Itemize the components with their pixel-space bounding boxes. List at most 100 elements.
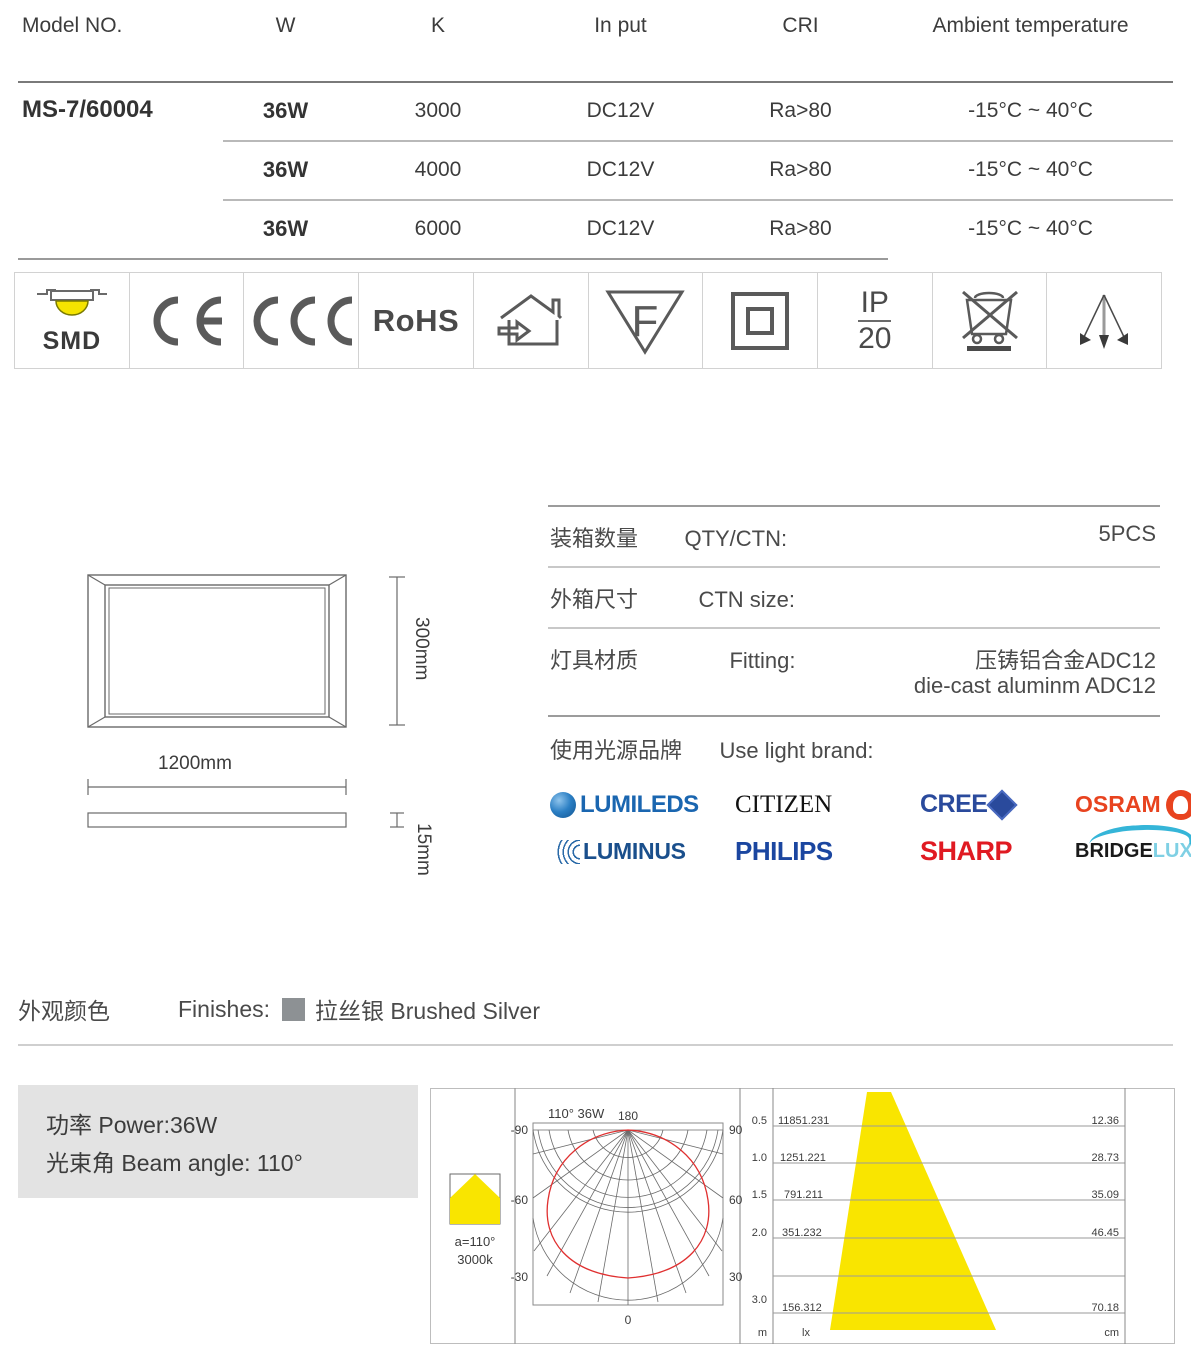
cell-ambient: -15°C ~ 40°C xyxy=(968,217,1093,240)
header-input: In put xyxy=(594,14,647,37)
photometric-beam-angle: 光束角 Beam angle: 110° xyxy=(46,1149,303,1176)
packing-row-brands: 使用光源品牌 Use light brand: LUMILEDS CITIZEN… xyxy=(548,715,1191,875)
cell-watt: 36W xyxy=(262,216,309,241)
table-row: MS-7/60004 36W 3000 DC12V Ra>80 -15°C ~ … xyxy=(18,82,1173,140)
luminus-shell-icon xyxy=(550,839,580,864)
specification-table: Model NO. W K In put CRI Ambient tempera… xyxy=(18,14,1173,260)
cert-cell-class-two xyxy=(703,273,818,368)
polar-tick-right-0: 90 xyxy=(729,1123,743,1137)
brand-logo-sharp: SHARP xyxy=(920,832,1075,872)
cone-distance-1: 1.0 xyxy=(752,1152,767,1164)
f-triangle-icon: F xyxy=(605,290,686,355)
cone-lux-4: 156.312 xyxy=(782,1302,822,1314)
dimension-width-label: 1200mm xyxy=(158,753,232,774)
cert-cell-ccc xyxy=(244,273,360,368)
fitting-value-cn: 压铸铝合金ADC12 xyxy=(975,648,1156,673)
brand-logo-grid: LUMILEDS CITIZEN CREE OSRAM LUMINUS PHIL… xyxy=(550,781,1191,875)
dimension-thickness-label: 15mm xyxy=(413,823,434,876)
cone-diameter-4: 70.18 xyxy=(1091,1302,1119,1314)
osram-text: OSRAM xyxy=(1075,791,1161,817)
cone-diameter-3: 46.45 xyxy=(1091,1227,1119,1239)
dimension-drawing: 300mm 1200mm 15mm xyxy=(60,555,480,895)
qty-label-en: QTY/CTN: xyxy=(684,526,788,551)
cone-diameter-1: 28.73 xyxy=(1091,1152,1119,1164)
packing-row-ctn-size: 外箱尺寸 CTN size: xyxy=(548,566,1160,627)
cone-distance-2: 1.5 xyxy=(752,1189,767,1201)
finish-color-swatch xyxy=(282,997,306,1021)
cell-ambient: -15°C ~ 40°C xyxy=(968,99,1093,122)
cell-cri: Ra>80 xyxy=(769,99,832,122)
polar-tick-left-0: -90 xyxy=(511,1123,529,1137)
ies-svg: a=110° 3000k 110° 36W 180 0 -90 -60 -30 … xyxy=(430,1088,1175,1344)
cell-watt: 36W xyxy=(262,157,309,182)
table-header-row: Model NO. W K In put CRI Ambient tempera… xyxy=(18,14,1173,50)
cell-cri: Ra>80 xyxy=(769,158,832,181)
header-ambient: Ambient temperature xyxy=(932,14,1129,37)
cone-distance-4: 3.0 xyxy=(752,1294,767,1306)
brand-logo-philips: PHILIPS xyxy=(735,832,920,872)
philips-text: PHILIPS xyxy=(735,836,833,866)
fitting-value-en: die-cast aluminm ADC12 xyxy=(913,673,1156,698)
cert-cell-beam-spread xyxy=(1047,273,1161,368)
beam-spread-icon xyxy=(1080,294,1129,349)
cree-diamond-icon xyxy=(986,788,1019,821)
brands-label-en: Use light brand: xyxy=(719,738,874,763)
finishes-label-cn: 外观颜色 xyxy=(18,998,110,1024)
header-model: Model NO. xyxy=(22,14,123,37)
ip-value: 20 xyxy=(858,319,892,355)
cone-diameter-0: 12.36 xyxy=(1091,1115,1119,1127)
cone-unit-mid: lx xyxy=(802,1327,810,1339)
beam-icon-cct: 3000k xyxy=(457,1252,493,1267)
photometric-summary-box: 功率 Power:36W 光束角 Beam angle: 110° xyxy=(18,1085,418,1198)
table-bottom-rule xyxy=(18,257,1173,260)
f-letter: F xyxy=(632,297,659,346)
lumileds-text: LUMILEDS xyxy=(580,790,699,818)
cert-cell-ip-rating: IP 20 xyxy=(818,273,933,368)
header-divider xyxy=(18,50,1173,83)
cree-text: CREE xyxy=(920,790,988,818)
cell-watt: 36W xyxy=(262,98,309,123)
packing-row-qty: 装箱数量 QTY/CTN: 5PCS xyxy=(548,505,1160,566)
polar-tick-left-1: -60 xyxy=(511,1193,529,1207)
cert-cell-weee xyxy=(933,273,1048,368)
luminus-text: LUMINUS xyxy=(583,838,686,864)
cert-cell-indoor-use xyxy=(474,273,589,368)
rohs-label: RoHS xyxy=(372,302,460,338)
polar-tick-right-2: 30 xyxy=(729,1270,743,1284)
cell-input: DC12V xyxy=(586,217,655,240)
finishes-divider xyxy=(18,1044,1173,1046)
polar-tick-left-2: -30 xyxy=(511,1270,529,1284)
polar-top-label: 180 xyxy=(618,1109,638,1123)
spec-table-element: Model NO. W K In put CRI Ambient tempera… xyxy=(18,14,1173,260)
brand-logo-cree: CREE xyxy=(920,785,1075,825)
cone-unit-right: cm xyxy=(1104,1327,1119,1339)
indoor-house-icon xyxy=(497,293,562,345)
double-square-icon xyxy=(731,291,790,350)
brand-logo-osram: OSRAM xyxy=(1075,785,1191,825)
ccc-icon xyxy=(253,296,353,345)
ctn-size-label-en: CTN size: xyxy=(698,587,796,612)
brand-logo-luminus: LUMINUS xyxy=(550,832,735,872)
photometric-power: 功率 Power:36W xyxy=(46,1112,218,1138)
cell-kelvin: 6000 xyxy=(414,217,462,240)
cert-cell-rohs: RoHS xyxy=(359,273,474,368)
weee-bin-icon xyxy=(962,290,1019,351)
fitting-label-cn: 灯具材质 xyxy=(550,648,639,673)
cone-distance-0: 0.5 xyxy=(752,1115,767,1127)
photometric-diagrams: a=110° 3000k 110° 36W 180 0 -90 -60 -30 … xyxy=(430,1088,1175,1350)
header-kelvin: K xyxy=(430,14,445,37)
qty-label-cn: 装箱数量 xyxy=(550,526,639,551)
cell-input: DC12V xyxy=(586,158,655,181)
fitting-label-en: Fitting: xyxy=(729,648,796,673)
cone-lux-0: 11851.231 xyxy=(778,1115,829,1127)
cell-kelvin: 3000 xyxy=(414,99,462,122)
citizen-text: CITIZEN xyxy=(735,790,833,818)
finishes-section: 外观颜色 Finishes: 拉丝银 Brushed Silver xyxy=(18,992,1173,1046)
brands-label-cn: 使用光源品牌 xyxy=(550,738,683,763)
qty-value: 5PCS xyxy=(1098,521,1156,546)
cell-ambient: -15°C ~ 40°C xyxy=(968,158,1093,181)
cert-cell-f-mark: F xyxy=(589,273,704,368)
polar-tick-right-1: 60 xyxy=(729,1193,743,1207)
finish-name: 拉丝银 Brushed Silver xyxy=(315,998,541,1024)
cone-lux-3: 351.232 xyxy=(782,1227,822,1239)
